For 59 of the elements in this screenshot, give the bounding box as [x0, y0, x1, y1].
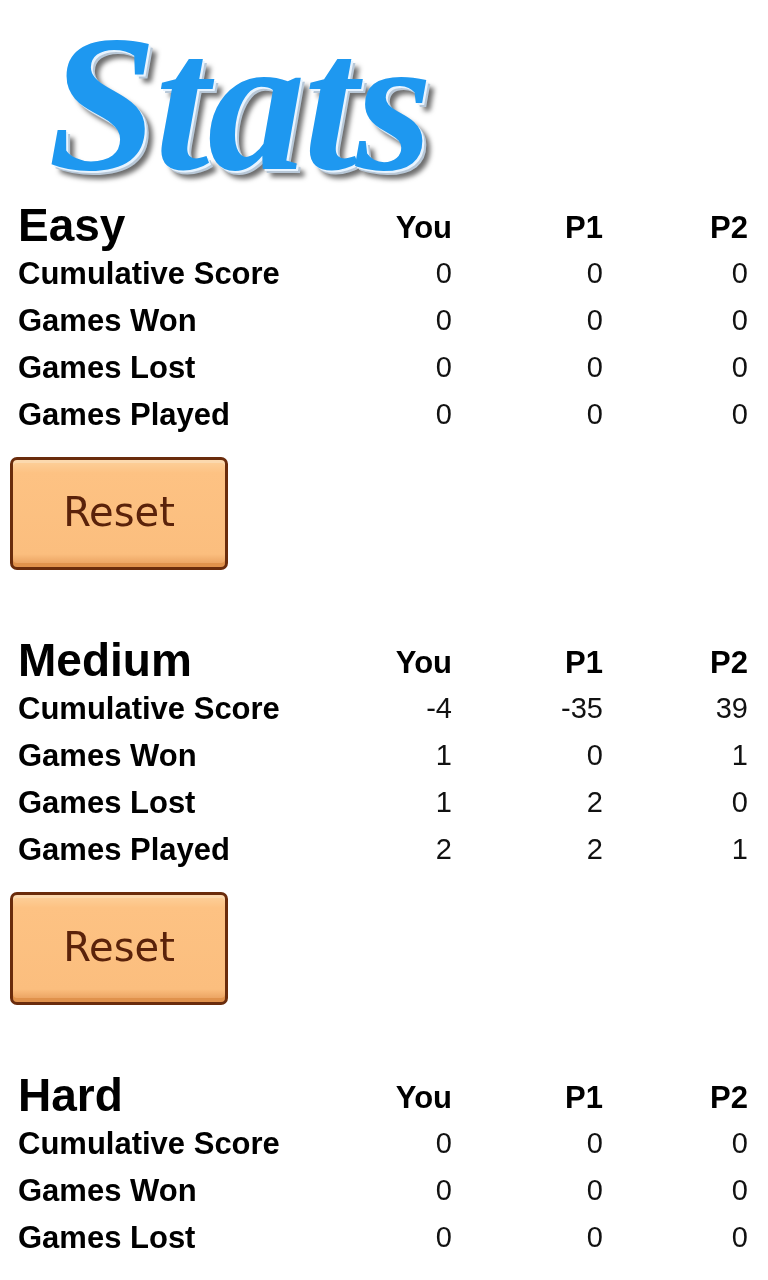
stat-value: 2	[586, 832, 603, 867]
stat-value: 0	[435, 350, 452, 385]
stats-title-logo: Stats	[48, 18, 431, 188]
row-label: Cumulative Score	[18, 1125, 280, 1163]
stat-value: 0	[435, 1126, 452, 1161]
row-label: Games Won	[18, 737, 197, 775]
column-header: You	[395, 644, 452, 682]
row-label: Cumulative Score	[18, 690, 280, 728]
row-label: Games Lost	[18, 1219, 196, 1257]
row-label: Cumulative Score	[18, 255, 280, 293]
stat-value: 1	[731, 832, 748, 867]
reset-button[interactable]: Reset	[10, 892, 228, 1005]
stat-value: 0	[731, 1126, 748, 1161]
row-label: Games Lost	[18, 349, 196, 387]
stat-value: 0	[586, 738, 603, 773]
stat-value: 0	[731, 785, 748, 820]
column-header: P1	[565, 644, 603, 682]
column-header: P2	[710, 209, 748, 247]
stat-value: 0	[731, 397, 748, 432]
stat-value: 0	[731, 350, 748, 385]
stat-value: 0	[586, 1126, 603, 1161]
section-title: Easy	[18, 200, 126, 250]
stat-value: 2	[435, 832, 452, 867]
column-header: You	[395, 209, 452, 247]
column-header: P2	[710, 1079, 748, 1117]
section-title: Medium	[18, 635, 192, 685]
stat-value: 1	[435, 738, 452, 773]
stat-value: 0	[586, 1173, 603, 1208]
row-label: Games Won	[18, 302, 197, 340]
stat-value: 0	[435, 397, 452, 432]
stat-value: 0	[586, 303, 603, 338]
stat-value: 39	[715, 691, 748, 726]
row-label: Games Won	[18, 1172, 197, 1210]
stat-value: 0	[586, 1220, 603, 1255]
stat-value: -35	[561, 691, 603, 726]
stat-value: 0	[586, 256, 603, 291]
stat-value: 0	[586, 397, 603, 432]
stat-value: 0	[731, 303, 748, 338]
row-label: Games Lost	[18, 784, 196, 822]
stat-value: 0	[731, 1173, 748, 1208]
stat-value: 0	[435, 256, 452, 291]
stat-value: 2	[586, 785, 603, 820]
stat-value: 1	[731, 738, 748, 773]
stat-value: 1	[435, 785, 452, 820]
stat-value: 0	[435, 1173, 452, 1208]
stat-value: 0	[586, 350, 603, 385]
column-header: P2	[710, 644, 748, 682]
column-header: P1	[565, 209, 603, 247]
stat-value: 0	[435, 303, 452, 338]
stat-value: -4	[426, 691, 452, 726]
stat-value: 0	[731, 1220, 748, 1255]
row-label: Games Played	[18, 831, 230, 869]
row-label: Games Played	[18, 396, 230, 434]
column-header: You	[395, 1079, 452, 1117]
stat-value: 0	[435, 1220, 452, 1255]
stat-value: 0	[731, 256, 748, 291]
column-header: P1	[565, 1079, 603, 1117]
section-title: Hard	[18, 1070, 123, 1120]
reset-button[interactable]: Reset	[10, 457, 228, 570]
